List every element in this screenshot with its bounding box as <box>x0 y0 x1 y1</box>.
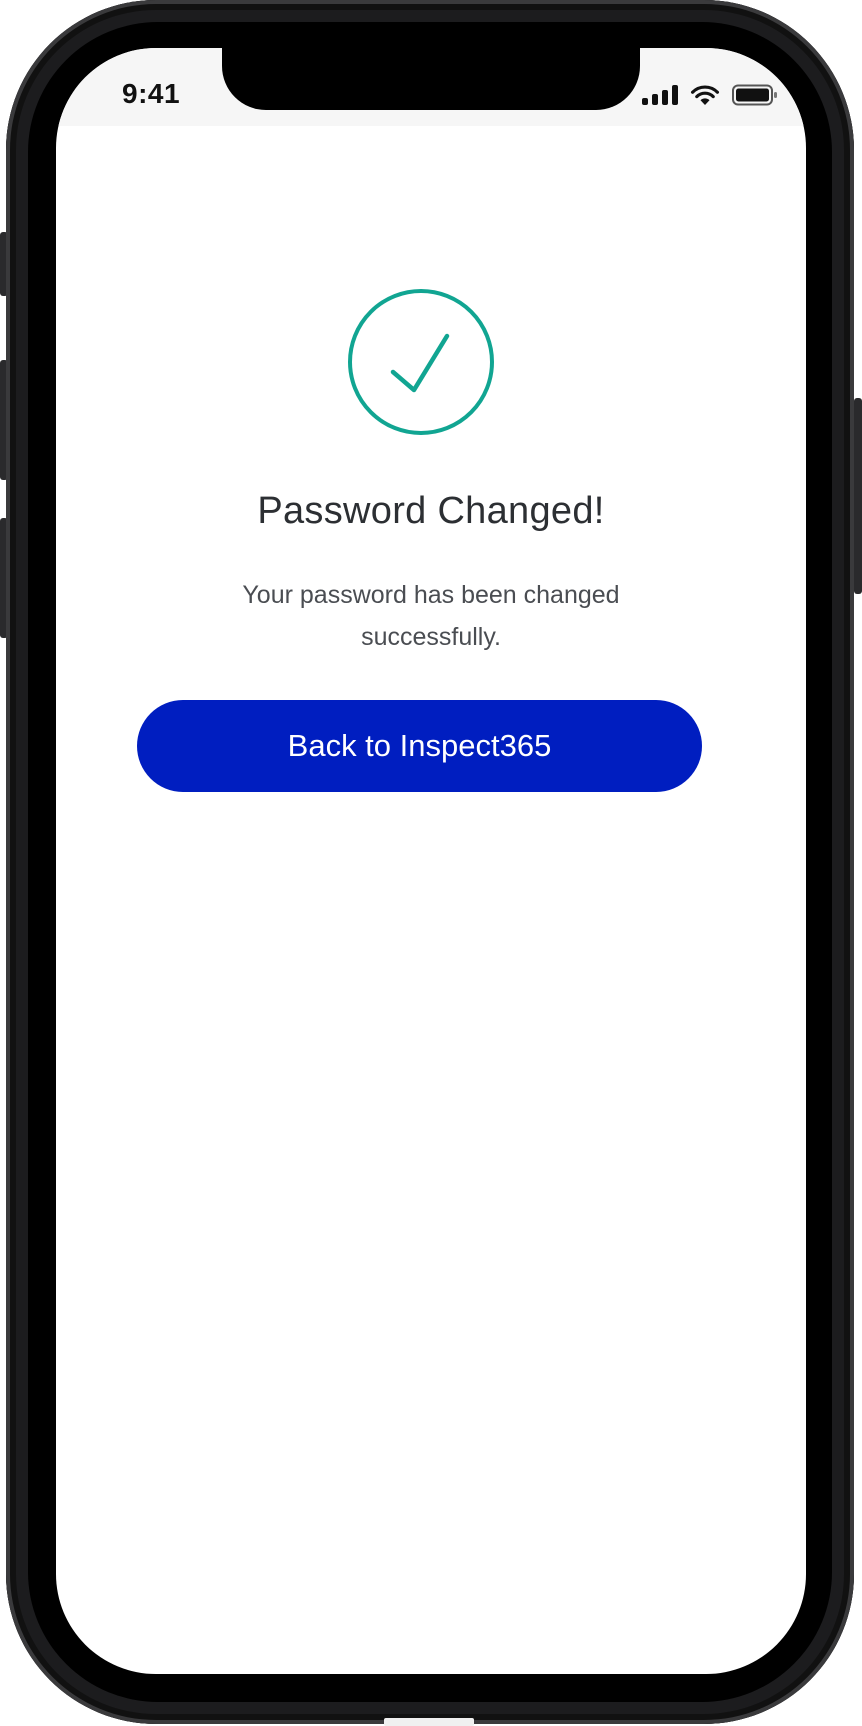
status-time: 9:41 <box>122 78 181 109</box>
success-message: Your password has been changed successfu… <box>242 581 620 651</box>
check-circle-icon <box>347 288 495 436</box>
battery-icon <box>732 84 778 106</box>
status-icons <box>642 84 778 106</box>
phone-screen: 9:41 Password Changed! Your password has… <box>56 48 806 1674</box>
power-button <box>854 398 862 594</box>
home-indicator <box>384 1718 474 1726</box>
canvas: 9:41 Password Changed! Your password has… <box>0 0 862 1726</box>
status-bar: 9:41 <box>56 48 806 126</box>
signal-icon <box>642 85 678 105</box>
notch <box>222 48 640 110</box>
back-to-inspect365-button[interactable]: Back to Inspect365 <box>137 700 702 792</box>
page-title: Password Changed! <box>257 490 605 532</box>
wifi-icon <box>690 84 720 106</box>
